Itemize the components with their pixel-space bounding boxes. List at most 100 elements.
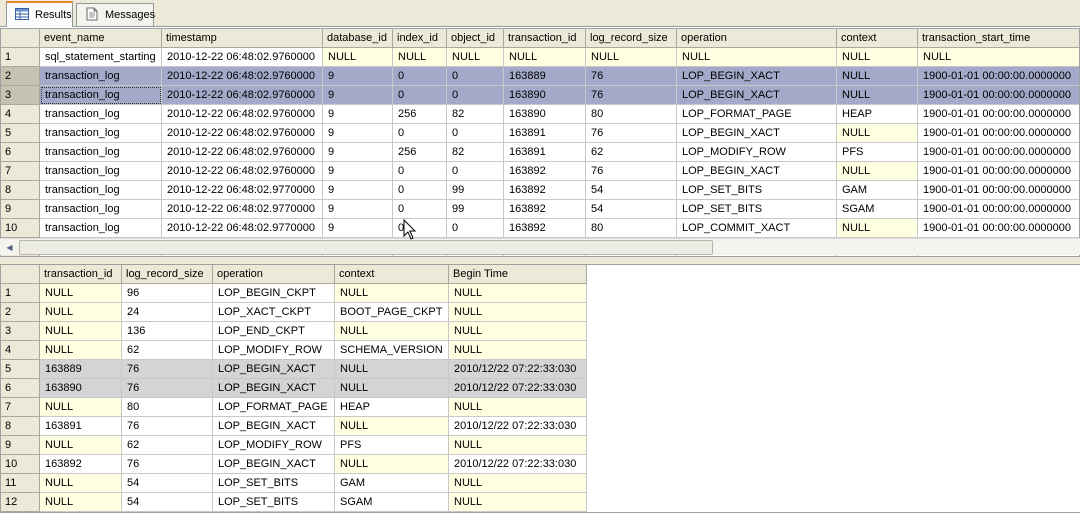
table-cell[interactable]: sql_statement_starting — [40, 48, 162, 67]
table-cell[interactable]: GAM — [837, 181, 918, 200]
table-row[interactable]: 3 transaction_log 2010-12-22 06:48:02.9760… — [1, 86, 1079, 105]
table-row[interactable]: 12 NULL 54 LOP_SET_BITS SGAM NULL — [1, 493, 587, 512]
table-cell[interactable]: NULL — [449, 303, 587, 322]
table-cell[interactable]: 2010-12-22 06:48:02.9770000 — [162, 181, 323, 200]
table-cell[interactable]: LOP_BEGIN_XACT — [213, 360, 335, 379]
table-cell[interactable]: NULL — [335, 360, 449, 379]
column-header[interactable]: log_record_size — [586, 29, 677, 48]
column-header[interactable]: log_record_size — [122, 265, 213, 284]
column-header[interactable]: database_id — [323, 29, 393, 48]
table-cell[interactable]: transaction_log — [40, 143, 162, 162]
table-cell[interactable]: 163890 — [40, 379, 122, 398]
table-cell[interactable]: 163890 — [504, 105, 586, 124]
table-cell[interactable]: 80 — [586, 105, 677, 124]
table-cell[interactable]: 99 — [447, 200, 504, 219]
table-cell[interactable]: HEAP — [335, 398, 449, 417]
grid-corner[interactable] — [1, 29, 40, 48]
table-cell[interactable]: 163892 — [504, 181, 586, 200]
table-cell[interactable]: 0 — [447, 219, 504, 238]
table-cell[interactable]: 76 — [586, 162, 677, 181]
table-cell[interactable]: NULL — [677, 48, 837, 67]
table-cell[interactable]: NULL — [449, 474, 587, 493]
table-cell[interactable]: 0 — [393, 124, 447, 143]
table-cell[interactable]: NULL — [449, 493, 587, 512]
table-cell[interactable]: PFS — [837, 143, 918, 162]
table-cell[interactable]: NULL — [504, 48, 586, 67]
table-cell[interactable]: 80 — [586, 219, 677, 238]
table-cell[interactable]: 24 — [122, 303, 213, 322]
table-cell[interactable]: SGAM — [335, 493, 449, 512]
table-cell[interactable]: 1900-01-01 00:00:00.0000000 — [918, 219, 1079, 238]
column-header[interactable]: event_name — [40, 29, 162, 48]
table-cell[interactable]: 136 — [122, 322, 213, 341]
row-number[interactable]: 10 — [1, 455, 40, 474]
table-cell[interactable]: NULL — [449, 322, 587, 341]
row-number[interactable]: 3 — [1, 322, 40, 341]
table-cell[interactable]: LOP_SET_BITS — [213, 493, 335, 512]
table-cell[interactable]: 2010/12/22 07:22:33:030 — [449, 360, 587, 379]
table-cell[interactable]: 54 — [586, 181, 677, 200]
tab-results[interactable]: Results — [6, 1, 73, 27]
table-cell[interactable]: NULL — [335, 455, 449, 474]
table-cell[interactable]: 0 — [447, 67, 504, 86]
table-row[interactable]: 9 transaction_log 2010-12-22 06:48:02.9770… — [1, 200, 1079, 219]
table-cell[interactable]: 62 — [122, 436, 213, 455]
row-number[interactable]: 8 — [1, 417, 40, 436]
table-cell[interactable]: NULL — [837, 48, 918, 67]
table-cell[interactable]: 76 — [122, 379, 213, 398]
table-cell[interactable]: 9 — [323, 143, 393, 162]
table-cell[interactable]: 163890 — [504, 86, 586, 105]
table-cell[interactable]: transaction_log — [40, 200, 162, 219]
table-cell[interactable]: LOP_COMMIT_XACT — [677, 219, 837, 238]
table-cell[interactable]: 1900-01-01 00:00:00.0000000 — [918, 181, 1079, 200]
table-cell[interactable]: 9 — [323, 67, 393, 86]
table-cell[interactable]: 163891 — [504, 124, 586, 143]
table-cell[interactable]: 0 — [393, 219, 447, 238]
table-row[interactable]: 4 transaction_log 2010-12-22 06:48:02.9760… — [1, 105, 1079, 124]
column-header[interactable]: context — [837, 29, 918, 48]
table-cell[interactable]: NULL — [393, 48, 447, 67]
table-cell[interactable]: NULL — [40, 398, 122, 417]
table-cell[interactable]: NULL — [40, 436, 122, 455]
table-cell[interactable]: LOP_BEGIN_CKPT — [213, 284, 335, 303]
table-cell[interactable]: LOP_BEGIN_XACT — [213, 379, 335, 398]
table-cell[interactable]: 163892 — [504, 162, 586, 181]
row-number[interactable]: 4 — [1, 341, 40, 360]
row-number[interactable]: 4 — [1, 105, 40, 124]
table-cell[interactable]: 2010-12-22 06:48:02.9760000 — [162, 67, 323, 86]
table-cell[interactable]: NULL — [837, 86, 918, 105]
table-cell[interactable]: 0 — [447, 124, 504, 143]
table-cell[interactable]: 163892 — [40, 455, 122, 474]
table-cell[interactable]: 0 — [393, 86, 447, 105]
table-row[interactable]: 1 NULL 96 LOP_BEGIN_CKPT NULL NULL — [1, 284, 587, 303]
table-cell[interactable]: transaction_log — [40, 86, 162, 105]
table-cell[interactable]: LOP_MODIFY_ROW — [677, 143, 837, 162]
table-cell[interactable]: BOOT_PAGE_CKPT — [335, 303, 449, 322]
table-cell[interactable]: NULL — [837, 67, 918, 86]
table-cell[interactable]: NULL — [449, 284, 587, 303]
table-cell[interactable]: LOP_FORMAT_PAGE — [677, 105, 837, 124]
table-cell[interactable]: LOP_SET_BITS — [213, 474, 335, 493]
table-cell[interactable]: 0 — [393, 162, 447, 181]
table-cell[interactable]: 1900-01-01 00:00:00.0000000 — [918, 200, 1079, 219]
table-cell[interactable]: 163891 — [40, 417, 122, 436]
row-number[interactable]: 7 — [1, 162, 40, 181]
table-cell[interactable]: 76 — [122, 455, 213, 474]
column-header[interactable]: index_id — [393, 29, 447, 48]
table-cell[interactable]: 0 — [447, 162, 504, 181]
table-row[interactable]: 8 163891 76 LOP_BEGIN_XACT NULL 2010/12/22 07… — [1, 417, 587, 436]
row-number[interactable]: 9 — [1, 200, 40, 219]
table-cell[interactable]: NULL — [40, 322, 122, 341]
table-cell[interactable]: 9 — [323, 124, 393, 143]
table-cell[interactable]: 9 — [323, 162, 393, 181]
table-cell[interactable]: 9 — [323, 86, 393, 105]
table-cell[interactable]: LOP_MODIFY_ROW — [213, 341, 335, 360]
table-cell[interactable]: NULL — [335, 284, 449, 303]
tab-messages[interactable]: Messages — [76, 3, 155, 26]
table-row[interactable]: 8 transaction_log 2010-12-22 06:48:02.9770… — [1, 181, 1079, 200]
table-cell[interactable]: 62 — [122, 341, 213, 360]
column-header[interactable]: context — [335, 265, 449, 284]
table-cell[interactable]: LOP_XACT_CKPT — [213, 303, 335, 322]
table-cell[interactable]: NULL — [837, 162, 918, 181]
table-cell[interactable]: NULL — [40, 474, 122, 493]
